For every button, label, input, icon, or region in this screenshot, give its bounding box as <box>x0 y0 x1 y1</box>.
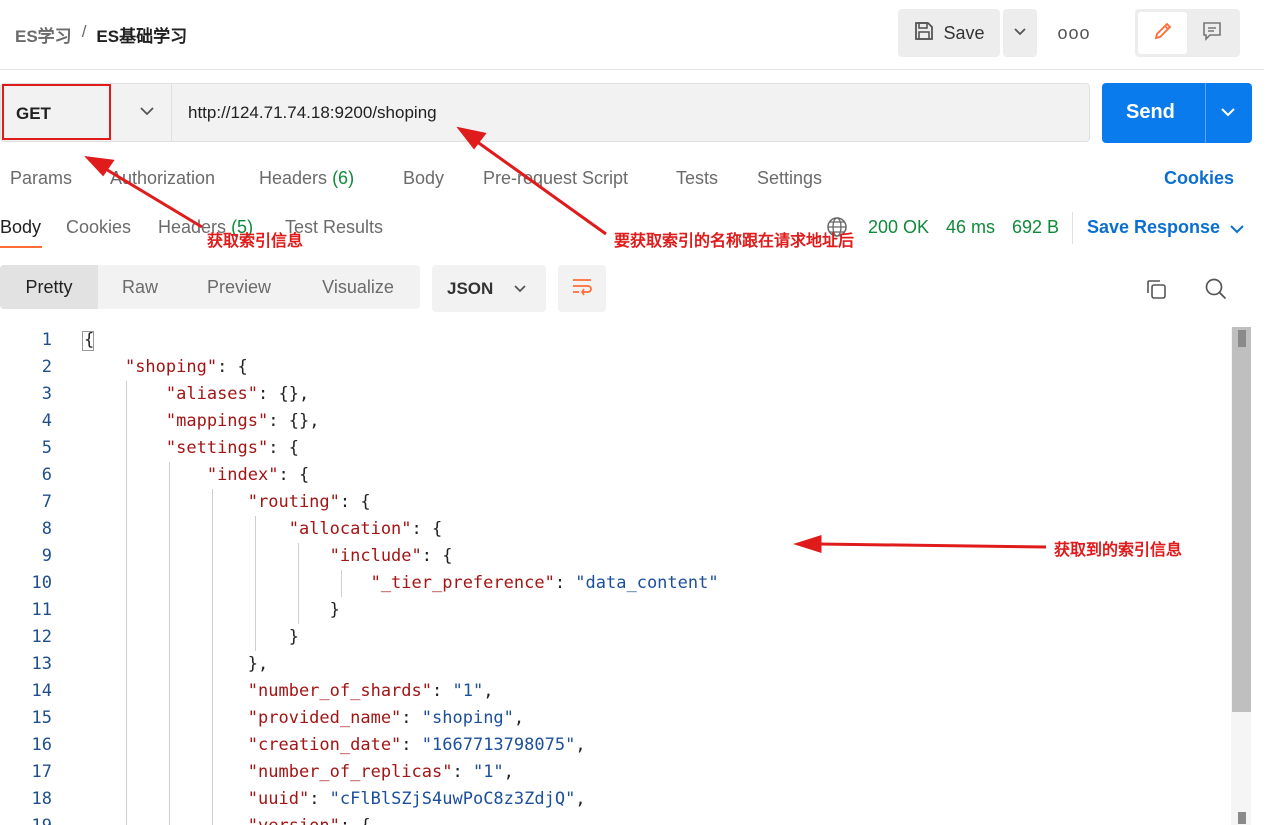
annotation-got-index-info: 获取到的索引信息 <box>1054 540 1183 559</box>
annotation-get-index-info: 获取索引信息 <box>207 231 304 250</box>
annotation-index-name: 要获取索引的名称跟在请求地址后 <box>614 231 855 250</box>
annotation-arrows <box>84 126 1047 554</box>
